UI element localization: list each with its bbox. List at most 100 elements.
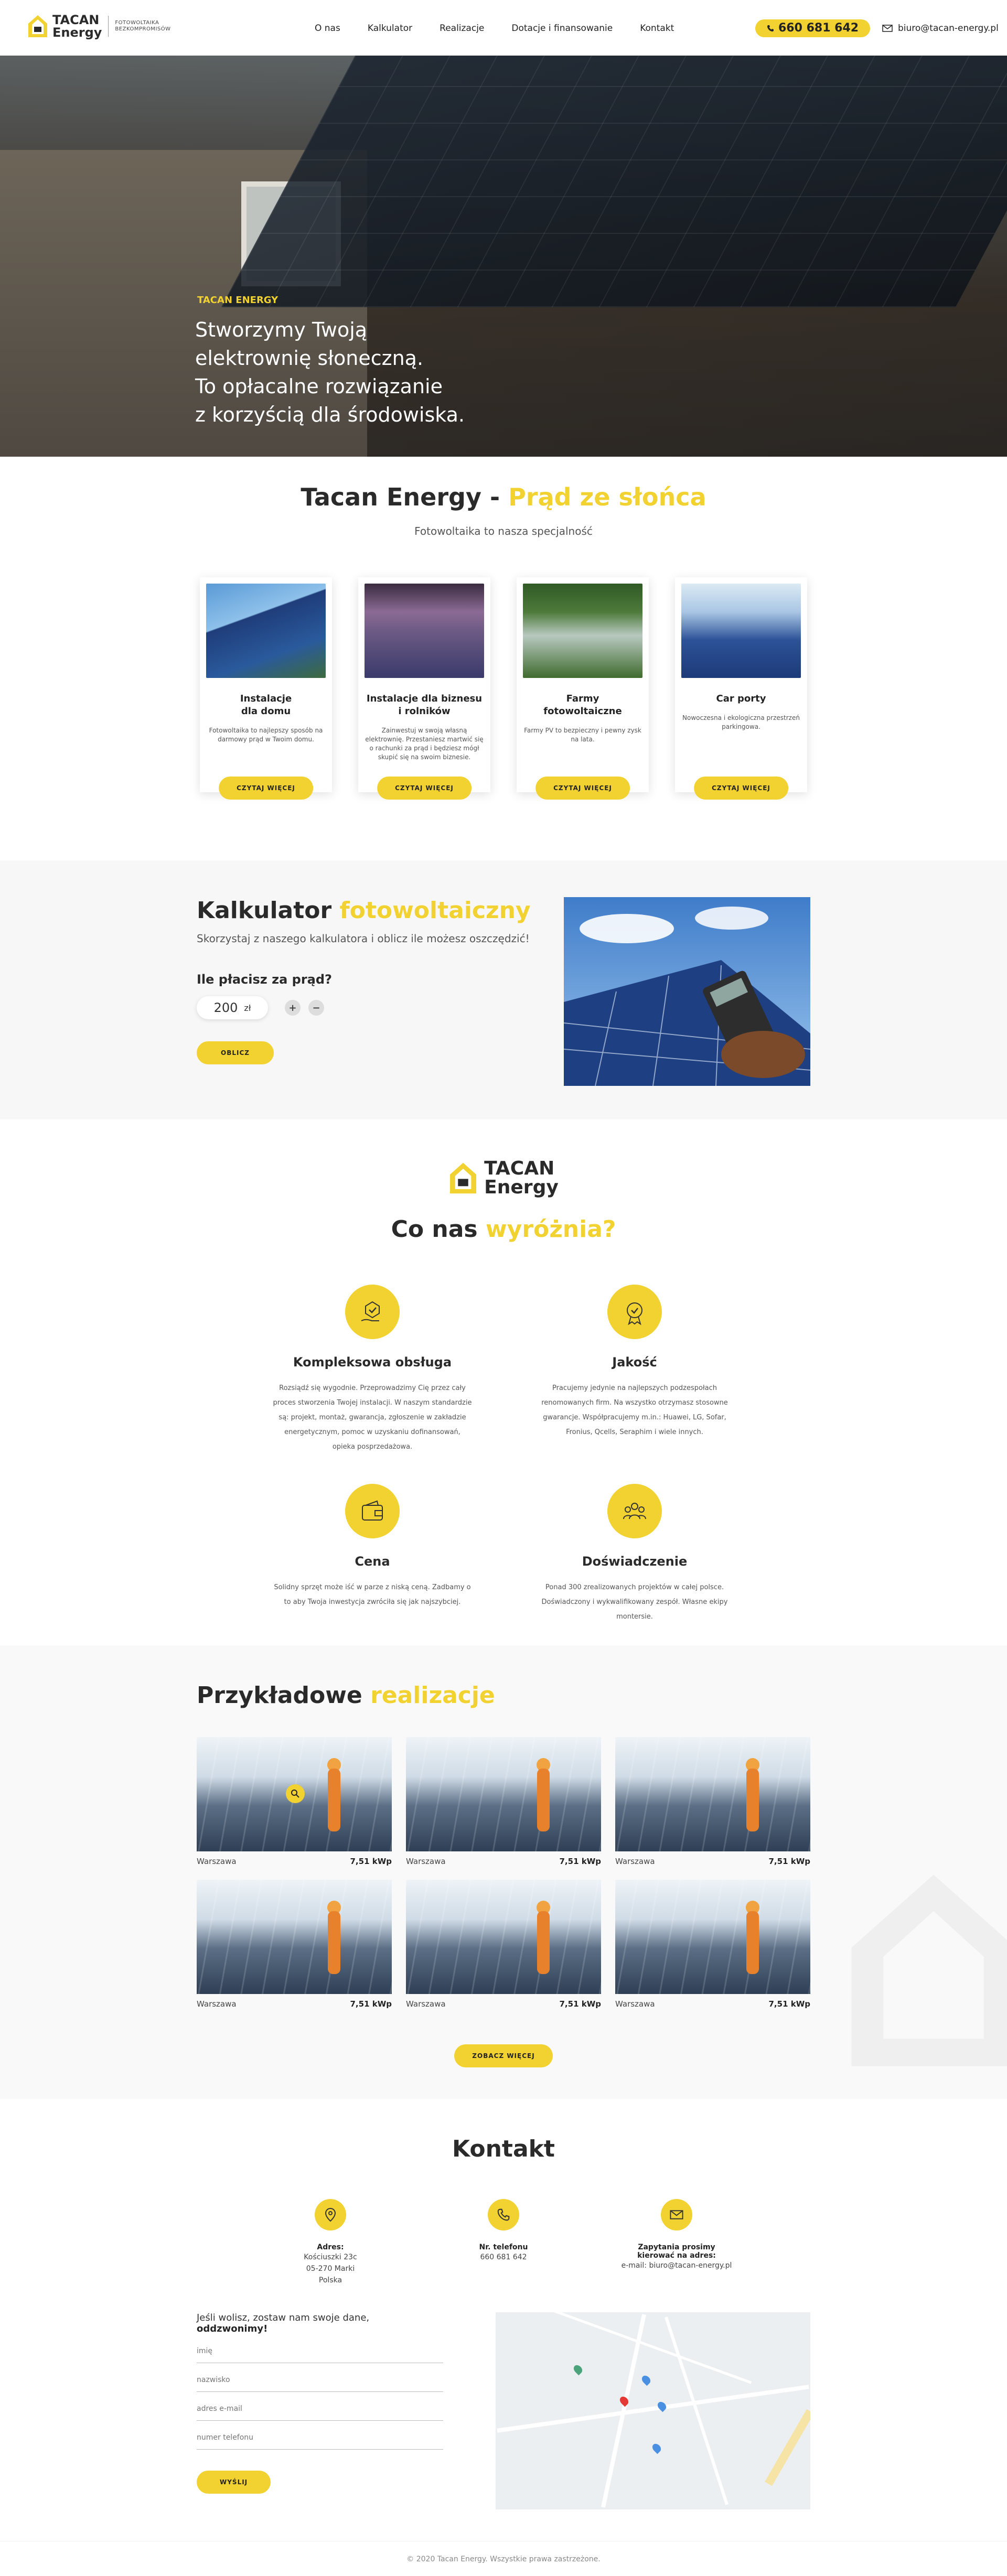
house-plug-logo-icon: [27, 14, 48, 38]
read-more-button[interactable]: CZYTAJ WIĘCEJ: [535, 777, 630, 800]
realization-city: Warszawa: [406, 1857, 446, 1866]
location-pin-icon: [315, 2199, 346, 2230]
contact-title: Kontakt: [452, 2136, 555, 2162]
realization-power: 7,51 kWp: [768, 1857, 811, 1866]
realization-city: Warszawa: [615, 1999, 655, 2009]
services-title-a: Tacan Energy -: [301, 483, 509, 511]
read-more-button[interactable]: CZYTAJ WIĘCEJ: [377, 777, 472, 800]
card-image: [681, 584, 801, 678]
services-subtitle: Fotowoltaika to nasza specjalność: [414, 525, 593, 537]
form-lead: Jeśli wolisz, zostaw nam swoje dane, odd…: [197, 2312, 370, 2334]
decrease-button[interactable]: −: [308, 1000, 325, 1016]
realization-tile[interactable]: Warszawa 7,51 kWp: [406, 1880, 601, 2009]
read-more-button[interactable]: CZYTAJ WIĘCEJ: [219, 777, 313, 800]
calculator-form: Kalkulator fotowoltaiczny Skorzystaj z n…: [197, 897, 531, 1086]
realization-image: [406, 1880, 601, 1994]
realization-image: [406, 1737, 601, 1851]
nav-item-dotacje[interactable]: Dotacje i finansowanie: [511, 23, 613, 34]
logo-tagline: Fotowoltaika bezkompromisów: [115, 20, 170, 33]
nav-item-o-nas[interactable]: O nas: [315, 23, 340, 34]
card-text: Farmy PV to bezpieczny i pewny zysk na l…: [524, 727, 641, 743]
feature-cena: Cena Solidny sprzęt może iść w parze z n…: [273, 1484, 472, 1624]
logo-tag-1: Fotowoltaika: [115, 20, 159, 26]
magnifier-icon[interactable]: [286, 1784, 305, 1803]
features-logo-line-1: TACAN: [484, 1158, 555, 1179]
realization-image: [615, 1737, 810, 1851]
surname-field[interactable]: [197, 2368, 443, 2392]
envelope-icon: [882, 25, 893, 32]
realization-city: Warszawa: [615, 1857, 655, 1866]
increase-button[interactable]: +: [285, 1000, 301, 1016]
calculator-title: Kalkulator fotowoltaiczny: [197, 897, 531, 924]
nav-item-kalkulator[interactable]: Kalkulator: [368, 23, 412, 34]
nav-item-kontakt[interactable]: Kontakt: [640, 23, 674, 34]
realization-power: 7,51 kWp: [350, 1857, 392, 1866]
realization-tile[interactable]: Warszawa 7,51 kWp: [615, 1737, 810, 1866]
amount-value: 200: [213, 1000, 238, 1015]
hero-banner: TACAN ENERGY Stworzymy Twoją elektrownię…: [0, 56, 1007, 457]
copyright-text: © 2020 Tacan Energy. Wszystkie prawa zas…: [406, 2555, 601, 2563]
realization-city: Warszawa: [406, 1999, 446, 2009]
realization-image: [615, 1880, 810, 1994]
card-text: Nowoczesna i ekologiczna przestrzeń park…: [682, 714, 800, 730]
calculate-button[interactable]: OBLICZ: [197, 1041, 274, 1064]
contact-address: Adres: Kościuszki 23c 05-270 Marki Polsk…: [273, 2199, 388, 2286]
realization-image: [197, 1880, 392, 1994]
hero-line-1: Stworzymy Twoją: [195, 318, 368, 341]
mail-label-2: kierować na adres:: [637, 2251, 716, 2260]
realization-city: Warszawa: [197, 1857, 237, 1866]
nav-item-realizacje[interactable]: Realizacje: [440, 23, 484, 34]
phone-label: Nr. telefonu: [479, 2243, 528, 2251]
name-field[interactable]: [197, 2340, 443, 2363]
realization-tile[interactable]: Warszawa 7,51 kWp: [615, 1880, 810, 2009]
solar-calculator-illustration: [564, 897, 810, 1086]
feature-text: Solidny sprzęt może iść w parze z niską …: [274, 1583, 471, 1606]
service-card-home: Instalacje dla domu Fotowoltaika to najle…: [200, 577, 332, 800]
phone-field[interactable]: [197, 2426, 443, 2450]
amount-currency: zł: [244, 1003, 251, 1013]
phone-button[interactable]: 660 681 642: [755, 19, 871, 37]
envelope-icon: [661, 2199, 692, 2230]
hand-heart-icon: [345, 1285, 400, 1339]
see-more-button[interactable]: ZOBACZ WIĘCEJ: [454, 2044, 553, 2067]
hero-solar-roof: [221, 56, 1007, 307]
card-image: [365, 584, 484, 678]
email-address: biuro@tacan-energy.pl: [898, 23, 999, 34]
realizations-section: Przykładowe realizacje Warszawa 7,51 kWp …: [0, 1645, 1007, 2099]
card-text: Zainwestuj w swoją własną elektrownię. P…: [365, 727, 484, 761]
logo-line-2: Energy: [52, 25, 102, 40]
card-title: Farmy fotowoltaiczne: [543, 693, 622, 717]
contact-email-address[interactable]: e-mail: biuro@tacan-energy.pl: [619, 2260, 734, 2271]
features-title: Co nas wyróżnia?: [391, 1216, 616, 1243]
services-title-b: Prąd ze słońca: [508, 483, 706, 511]
feature-title: Jakość: [612, 1355, 657, 1370]
card-title: Instalacje dla domu: [240, 693, 292, 717]
calculator-question: Ile płacisz za prąd?: [197, 972, 332, 987]
phone-icon: [767, 25, 774, 31]
logo[interactable]: TACAN Energy Fotowoltaika bezkompromisów: [27, 14, 171, 39]
address-label: Adres:: [317, 2243, 344, 2251]
phone-icon: [488, 2199, 519, 2230]
email-field[interactable]: [197, 2397, 443, 2421]
realization-tile[interactable]: Warszawa 7,51 kWp: [406, 1737, 601, 1866]
contact-phone-number[interactable]: 660 681 642: [446, 2251, 561, 2263]
realization-image: [197, 1737, 392, 1851]
realization-power: 7,51 kWp: [768, 1999, 811, 2009]
realization-tile[interactable]: Warszawa 7,51 kWp: [197, 1880, 392, 2009]
feature-title: Doświadczenie: [582, 1554, 688, 1569]
calculator-subtitle: Skorzystaj z naszego kalkulatora i oblic…: [197, 932, 530, 945]
feature-title: Cena: [355, 1554, 390, 1569]
location-map[interactable]: [496, 2312, 810, 2509]
realization-power: 7,51 kWp: [559, 1857, 602, 1866]
send-button[interactable]: WYŚLIJ: [197, 2471, 271, 2494]
amount-input[interactable]: 200 zł: [197, 996, 268, 1019]
card-title: Car porty: [716, 693, 766, 704]
read-more-button[interactable]: CZYTAJ WIĘCEJ: [694, 777, 788, 800]
email-link[interactable]: biuro@tacan-energy.pl: [882, 23, 999, 34]
hero-tag: TACAN ENERGY: [197, 295, 278, 306]
realization-tile[interactable]: Warszawa 7,51 kWp: [197, 1737, 392, 1866]
main-nav: O nas Kalkulator Realizacje Dotacje i fi…: [315, 23, 674, 34]
hero-line-3: To opłacalne rozwiązanie: [195, 375, 443, 398]
contact-section: Kontakt Adres: Kościuszki 23c 05-270 Mar…: [0, 2099, 1007, 2541]
service-card-business: Instalacje dla biznesu i rolników Zainwes…: [358, 577, 490, 800]
